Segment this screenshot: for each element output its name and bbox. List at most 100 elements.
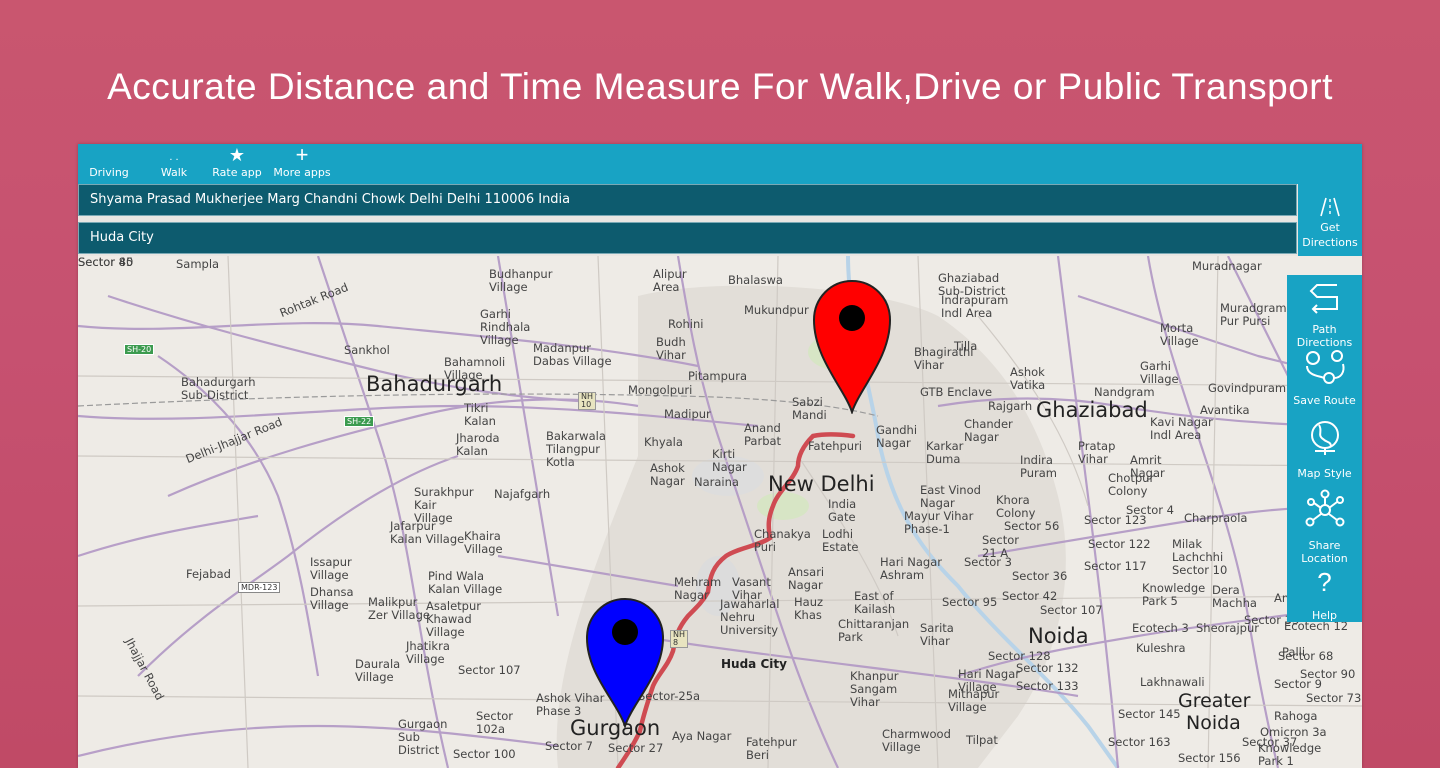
place-label: Mukundpur	[744, 303, 809, 317]
rate-app-label: Rate app	[212, 166, 262, 179]
place-label: Garhi Village	[1140, 359, 1179, 386]
place-label: Sector 163	[1108, 735, 1171, 749]
road-shield: NH 10	[578, 392, 596, 410]
place-label: Issapur Village	[310, 555, 352, 582]
share-icon	[1305, 489, 1344, 527]
road-shield: SH-20	[124, 344, 155, 355]
place-label: Dhansa Village	[310, 585, 354, 612]
destination-map-label: Huda City	[721, 657, 787, 671]
place-label: Khaira Village	[464, 529, 503, 556]
place-label: Sector 122	[1088, 537, 1151, 551]
plus-icon: +	[295, 144, 309, 167]
place-label: Aya Nagar	[672, 729, 732, 743]
place-label: Knowledge Park 1	[1258, 741, 1322, 768]
place-label: Budhanpur Village	[489, 267, 553, 294]
place-label: Sector 73	[1306, 691, 1362, 705]
destination-field[interactable]: Huda City	[78, 222, 1297, 254]
place-label: Omicron 3a	[1260, 725, 1327, 739]
walk-button[interactable]: . . Walk	[156, 144, 192, 184]
place-label: Sankhol	[344, 343, 390, 357]
place-label: Bahamnoli Village	[444, 355, 506, 382]
origin-pin-icon[interactable]	[811, 278, 893, 414]
more-apps-button[interactable]: + More apps	[273, 144, 331, 184]
place-label: Indrapuram Indl Area	[941, 293, 1009, 320]
place-label: Muradgram Pur Pursi	[1220, 301, 1287, 328]
place-label: Ashok Nagar	[650, 461, 685, 488]
app-window: Driving . . Walk ★ Rate app + More apps …	[78, 144, 1362, 768]
place-label: Sector 10	[1172, 563, 1228, 577]
place-label: Gandhi Nagar	[876, 423, 918, 450]
place-label: Muradnagar	[1192, 259, 1262, 273]
place-label: Kirti Nagar	[712, 447, 747, 474]
place-label: Knowledge Park 5	[1142, 581, 1206, 608]
place-label: Budh Vihar	[656, 335, 686, 362]
place-label: Kavi Nagar Indl Area	[1150, 415, 1213, 442]
place-label: Sector 107	[1040, 603, 1103, 617]
place-label: Dera Machha	[1212, 583, 1257, 610]
get-directions-label-2: Directions	[1302, 236, 1358, 249]
city-label-ghaziabad: Ghaziabad	[1036, 398, 1148, 422]
origin-field[interactable]: Shyama Prasad Mukherjee Marg Chandni Cho…	[78, 184, 1297, 216]
place-label: Lakhnawali	[1140, 675, 1205, 689]
place-label: Sector 42	[1002, 589, 1058, 603]
road-shield: SH-22	[344, 416, 375, 427]
save-route-button[interactable]: Save Route	[1287, 346, 1362, 417]
place-label: Indira Puram	[1020, 453, 1057, 480]
map-view[interactable]: Bahadurgarh New Delhi Ghaziabad Noida Gu…	[78, 256, 1362, 768]
place-label: Hari Nagar Ashram	[880, 555, 942, 582]
place-label: Daurala Village	[355, 657, 401, 684]
place-label: Sector 80	[78, 256, 134, 269]
place-label: East Vinod Nagar	[920, 483, 981, 510]
walk-label: Walk	[160, 166, 188, 179]
place-label: Govindpuram	[1208, 381, 1287, 395]
place-label: Sector 132	[1016, 661, 1079, 675]
share-location-button[interactable]: Share Location	[1287, 488, 1362, 565]
place-label: Madipur	[664, 407, 711, 421]
place-label: Jhatikra Village	[406, 639, 450, 666]
place-label: Pind Wala Kalan Village	[428, 569, 503, 596]
place-label: Chittaranjan Park	[838, 617, 910, 644]
place-label: Sector 123	[1084, 513, 1147, 527]
get-directions-button[interactable]: Get Directions	[1298, 184, 1362, 256]
help-button[interactable]: ? Help	[1287, 559, 1362, 630]
place-label: East of Kailash	[854, 589, 896, 616]
place-label: Hauz Khas	[794, 595, 824, 622]
place-label: Naraina	[694, 475, 739, 489]
place-label: Mayur Vihar Phase-1	[904, 509, 974, 536]
place-label: Khora Colony	[996, 493, 1036, 520]
rate-app-button[interactable]: ★ Rate app	[212, 144, 262, 184]
more-apps-label: More apps	[273, 166, 331, 179]
place-label: Sector 90	[1300, 667, 1356, 681]
place-label: Charmwood Village	[882, 727, 951, 754]
place-label: Sector 133	[1016, 679, 1079, 693]
path-directions-button[interactable]: Path Directions	[1287, 275, 1362, 349]
place-label: Sector 56	[1004, 519, 1060, 533]
place-label: Chotpur Colony	[1108, 471, 1155, 498]
map-style-button[interactable]: Map Style	[1287, 417, 1362, 488]
place-label: Sector 95	[942, 595, 998, 609]
save-route-label: Save Route	[1293, 394, 1356, 407]
star-icon: ★	[228, 145, 246, 165]
place-label: Sector 102a	[476, 709, 513, 736]
place-label: Karkar Duma	[926, 439, 964, 466]
place-label: Sector 117	[1084, 559, 1147, 573]
place-label: Charpraola	[1184, 511, 1248, 525]
place-label: Nandgram	[1094, 385, 1155, 399]
place-label: Jawaharlal Nehru University	[720, 597, 780, 637]
destination-pin-icon[interactable]	[584, 596, 666, 728]
place-label: Sector 156	[1178, 751, 1241, 765]
side-menu: Path Directions Save Route Map Style Sha…	[1287, 275, 1362, 622]
place-label: Ecotech 3	[1132, 621, 1189, 635]
place-label: India Gate	[828, 497, 857, 524]
city-label-new-delhi: New Delhi	[768, 472, 875, 496]
city-label-greater-noida-1: Greater	[1178, 690, 1251, 712]
place-label: Rohini	[668, 317, 704, 331]
help-icon: ?	[1317, 567, 1332, 597]
place-label: Mithapur Village	[948, 687, 1000, 714]
app-bar: Driving . . Walk ★ Rate app + More apps	[78, 144, 1362, 184]
save-route-icon	[1305, 350, 1344, 384]
driving-button[interactable]: Driving	[88, 144, 130, 184]
place-label: Rahoga	[1274, 709, 1318, 723]
map-style-label: Map Style	[1297, 467, 1352, 480]
place-label: Kuleshra	[1136, 641, 1186, 655]
